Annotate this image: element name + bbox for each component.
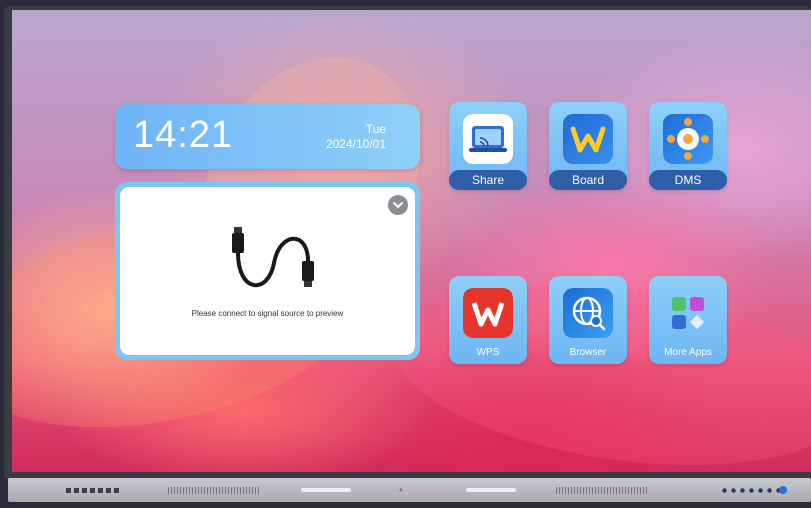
app-tile-more-apps[interactable]: More Apps	[649, 276, 727, 364]
brand-logo: ▲	[398, 487, 404, 493]
wps-office-icon	[463, 288, 513, 338]
app-label: Browser	[569, 347, 607, 358]
app-tile-share[interactable]: Share	[449, 102, 527, 190]
chevron-down-icon[interactable]	[388, 195, 408, 215]
front-panel-strip: ▲	[8, 478, 811, 502]
sensor-slot	[301, 488, 351, 492]
app-grid-icon	[663, 288, 713, 338]
power-button[interactable]	[779, 486, 787, 494]
app-label: WPS	[476, 347, 500, 358]
app-label: DMS	[649, 170, 727, 190]
preview-message: Please connect to signal source to previ…	[191, 309, 344, 318]
globe-search-icon	[563, 288, 613, 338]
preview-panel: Please connect to signal source to previ…	[120, 187, 415, 355]
hdmi-cable-icon	[232, 227, 314, 288]
app-tile-dms[interactable]: DMS	[649, 102, 727, 190]
app-label: Share	[449, 170, 527, 190]
clock-date: 2024/10/01	[325, 137, 386, 151]
app-label: Board	[549, 170, 627, 190]
signal-preview-widget[interactable]: Please connect to signal source to previ…	[115, 182, 420, 360]
app-label: More Apps	[664, 347, 712, 358]
speaker-grille	[556, 487, 648, 494]
sensor-slot	[466, 488, 516, 492]
clock-time: 14:21	[133, 114, 234, 156]
control-buttons[interactable]	[720, 487, 780, 494]
clock-day: Tue	[365, 122, 386, 136]
device-management-icon	[663, 114, 713, 164]
app-tile-board[interactable]: Board	[549, 102, 627, 190]
app-tile-wps[interactable]: WPS	[449, 276, 527, 364]
app-tile-browser[interactable]: Browser	[549, 276, 627, 364]
usb-ports	[66, 488, 122, 493]
clock-widget: 14:21 Tue 2024/10/01	[115, 104, 420, 169]
whiteboard-w-icon	[563, 114, 613, 164]
speaker-grille	[168, 487, 260, 494]
screen-cast-icon	[463, 114, 513, 164]
